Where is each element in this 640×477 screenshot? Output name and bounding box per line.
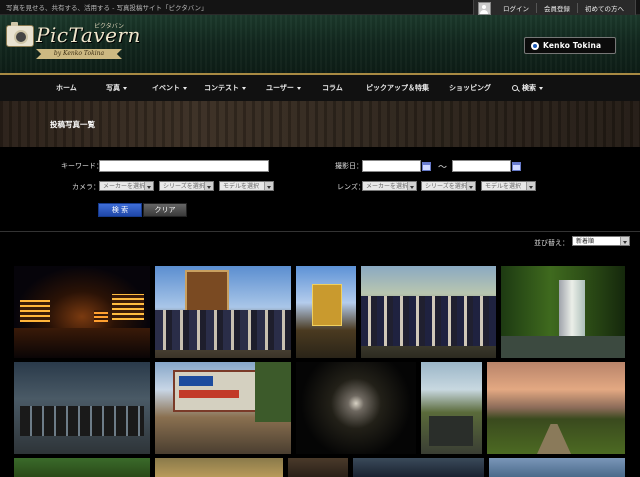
kenko-logo-icon [531,41,539,50]
nav-item-photos[interactable]: 写真 [106,83,127,93]
sort-bar: 並び替え： 新着順 [0,232,640,254]
photo-thumbnail[interactable] [296,362,416,454]
chevron-down-icon [296,86,301,90]
chevron-down-icon [539,86,543,90]
chevron-down-icon [242,86,246,90]
logo-ribbon: by Kenko Tokina [36,49,122,59]
date-separator: ～ [438,163,448,173]
lens-series-select[interactable]: シリーズを選択 [421,181,476,191]
keyword-label: キーワード： [61,162,103,170]
photo-thumbnail[interactable] [421,362,482,454]
photo-thumbnail[interactable] [296,266,356,358]
login-link[interactable]: ログイン [496,3,536,13]
lens-label: レンズ： [337,183,365,191]
calendar-icon[interactable] [422,162,431,171]
user-icon [478,1,491,15]
nav-item-pickup[interactable]: ピックアップ＆特集 [366,83,429,93]
nav-item-search[interactable]: 検索 [512,83,543,93]
logo-text: PicTavern [36,23,141,47]
page-title: 投稿写真一覧 [50,120,95,129]
top-bar: 写真を見せる、共有する、活用する - 写真投稿サイト「ピクタバン」 ログイン 会… [0,0,640,17]
photo-thumbnail[interactable] [501,266,625,358]
lens-model-select[interactable]: モデルを選択 [481,181,536,191]
sort-select[interactable]: 新着順 [572,236,630,246]
nav-item-events[interactable]: イベント [152,83,187,93]
clear-button[interactable]: クリア [143,203,187,217]
camera-label: カメラ： [72,183,100,191]
camera-series-select[interactable]: シリーズを選択 [159,181,214,191]
camera-logo-icon [6,22,34,47]
date-to-input[interactable] [452,160,511,172]
photo-thumbnail[interactable] [353,458,484,477]
photo-thumbnail[interactable] [155,362,291,454]
main-nav: ホーム 写真 イベント コンテスト ユーザー コラム ピックアップ＆特集 ショッ… [0,75,640,102]
photo-thumbnail[interactable] [288,458,348,477]
nav-item-columns[interactable]: コラム [322,83,343,93]
sponsor-banner[interactable]: Kenko Tokina [524,37,616,54]
site-tagline: 写真を見せる、共有する、活用する - 写真投稿サイト「ピクタバン」 [6,4,208,12]
photo-thumbnail[interactable] [14,266,150,358]
camera-model-select[interactable]: モデルを選択 [219,181,274,191]
photo-thumbnail[interactable] [155,458,283,477]
nav-item-contests[interactable]: コンテスト [204,83,246,93]
photo-thumbnail[interactable] [14,362,150,454]
photo-grid [0,264,640,477]
camera-maker-select[interactable]: メーカーを選択 [99,181,154,191]
date-from-input[interactable] [362,160,421,172]
lens-maker-select[interactable]: メーカーを選択 [362,181,417,191]
site-header: PicTavern ピクタバン by Kenko Tokina Kenko To… [0,15,640,73]
nav-item-shopping[interactable]: ショッピング [449,83,491,93]
photo-thumbnail[interactable] [487,362,625,454]
calendar-icon[interactable] [512,162,521,171]
register-link[interactable]: 会員登録 [536,3,577,13]
first-time-link[interactable]: 初めての方へ [577,3,631,13]
site-logo[interactable]: PicTavern ピクタバン by Kenko Tokina [6,19,140,67]
photo-thumbnail[interactable] [361,266,496,358]
keyword-input[interactable] [99,160,269,172]
photo-thumbnail[interactable] [489,458,625,477]
search-icon [512,85,518,91]
sponsor-name: Kenko Tokina [543,41,602,50]
date-label: 撮影日： [335,162,363,170]
chevron-down-icon [183,86,187,90]
search-form: キーワード： 撮影日： ～ カメラ： メーカーを選択 シリーズを選択 モデルを選… [0,147,640,232]
nav-item-home[interactable]: ホーム [56,83,77,93]
search-button[interactable]: 検 索 [98,203,142,217]
chevron-down-icon [123,86,127,90]
photo-thumbnail[interactable] [14,458,150,477]
sort-label: 並び替え： [534,239,569,247]
photo-thumbnail[interactable] [155,266,291,358]
logo-kana: ピクタバン [94,23,125,30]
nav-item-users[interactable]: ユーザー [266,83,301,93]
page-title-bar: 投稿写真一覧 [0,101,640,147]
